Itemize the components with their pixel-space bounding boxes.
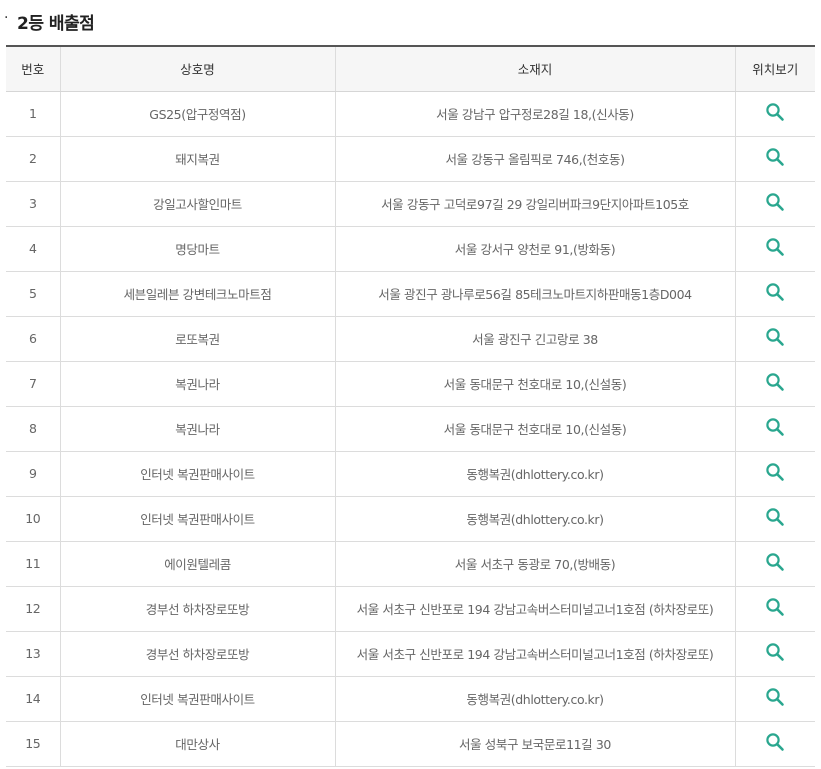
header-location: 위치보기 <box>734 45 815 92</box>
row-location-cell <box>734 586 815 632</box>
row-location-cell <box>734 406 815 452</box>
magnifier-icon[interactable] <box>765 642 785 665</box>
magnifier-icon[interactable] <box>765 687 785 710</box>
row-address: 서울 동대문구 천호대로 10,(신설동) <box>334 406 735 452</box>
table-row: 9 인터넷 복권판매사이트 동행복권(dhlottery.co.kr) <box>6 451 815 497</box>
row-number: 6 <box>6 316 60 362</box>
row-number: 10 <box>6 496 60 542</box>
row-number: 3 <box>6 181 60 227</box>
section-title: 2등 배출점 <box>17 14 95 34</box>
row-number: 5 <box>6 271 60 317</box>
row-store-name: 명당마트 <box>59 226 335 272</box>
row-number: 8 <box>6 406 60 452</box>
row-number: 11 <box>6 541 60 587</box>
row-location-cell <box>734 496 815 542</box>
header-address: 소재지 <box>334 45 735 92</box>
row-number: 15 <box>6 721 60 767</box>
title-bullet: · <box>4 10 9 26</box>
row-location-cell <box>734 271 815 317</box>
magnifier-icon[interactable] <box>765 282 785 305</box>
table-row: 13 경부선 하차장로또방 서울 서초구 신반포로 194 강남고속버스터미널고너1… <box>6 631 815 677</box>
magnifier-icon[interactable] <box>765 192 785 215</box>
row-address: 동행복권(dhlottery.co.kr) <box>334 496 735 542</box>
table-row: 6 로또복권 서울 광진구 긴고랑로 38 <box>6 316 815 362</box>
row-number: 9 <box>6 451 60 497</box>
second-prize-stores-table: 번호 상호명 소재지 위치보기 1 GS25(압구정역점) 서울 강남구 압구정로2… <box>6 45 815 767</box>
magnifier-icon[interactable] <box>765 732 785 755</box>
row-location-cell <box>734 316 815 362</box>
row-store-name: 에이원텔레콤 <box>59 541 335 587</box>
magnifier-icon[interactable] <box>765 597 785 620</box>
row-location-cell <box>734 181 815 227</box>
row-number: 13 <box>6 631 60 677</box>
row-address: 동행복권(dhlottery.co.kr) <box>334 676 735 722</box>
table-row: 3 강일고사할인마트 서울 강동구 고덕로97길 29 강일리버파크9단지아파트10… <box>6 181 815 227</box>
header-no: 번호 <box>6 45 60 92</box>
magnifier-icon[interactable] <box>765 417 785 440</box>
row-store-name: 인터넷 복권판매사이트 <box>59 676 335 722</box>
row-address: 서울 강동구 올림픽로 746,(천호동) <box>334 136 735 182</box>
table-row: 11 에이원텔레콤 서울 서초구 동광로 70,(방배동) <box>6 541 815 587</box>
magnifier-icon[interactable] <box>765 147 785 170</box>
row-address: 서울 광진구 광나루로56길 85테크노마트지하판매동1층D004 <box>334 271 735 317</box>
row-store-name: 대만상사 <box>59 721 335 767</box>
row-location-cell <box>734 361 815 407</box>
row-number: 1 <box>6 91 60 137</box>
table-row: 12 경부선 하차장로또방 서울 서초구 신반포로 194 강남고속버스터미널고너1… <box>6 586 815 632</box>
magnifier-icon[interactable] <box>765 507 785 530</box>
section-header: · 2등 배출점 <box>0 0 821 46</box>
row-location-cell <box>734 136 815 182</box>
row-location-cell <box>734 676 815 722</box>
row-number: 14 <box>6 676 60 722</box>
row-store-name: 경부선 하차장로또방 <box>59 586 335 632</box>
row-location-cell <box>734 721 815 767</box>
row-store-name: 강일고사할인마트 <box>59 181 335 227</box>
row-address: 서울 강동구 고덕로97길 29 강일리버파크9단지아파트105호 <box>334 181 735 227</box>
row-address: 동행복권(dhlottery.co.kr) <box>334 451 735 497</box>
row-store-name: 경부선 하차장로또방 <box>59 631 335 677</box>
table-row: 8 복권나라 서울 동대문구 천호대로 10,(신설동) <box>6 406 815 452</box>
row-address: 서울 성북구 보국문로11길 30 <box>334 721 735 767</box>
row-store-name: 인터넷 복권판매사이트 <box>59 496 335 542</box>
row-location-cell <box>734 541 815 587</box>
header-store-name: 상호명 <box>59 45 335 92</box>
row-address: 서울 강남구 압구정로28길 18,(신사동) <box>334 91 735 137</box>
row-address: 서울 광진구 긴고랑로 38 <box>334 316 735 362</box>
row-store-name: 로또복권 <box>59 316 335 362</box>
row-number: 7 <box>6 361 60 407</box>
row-address: 서울 서초구 신반포로 194 강남고속버스터미널고너1호점 (하차장로또) <box>334 631 735 677</box>
magnifier-icon[interactable] <box>765 102 785 125</box>
magnifier-icon[interactable] <box>765 462 785 485</box>
table-row: 4 명당마트 서울 강서구 양천로 91,(방화동) <box>6 226 815 272</box>
table-row: 7 복권나라 서울 동대문구 천호대로 10,(신설동) <box>6 361 815 407</box>
magnifier-icon[interactable] <box>765 327 785 350</box>
row-store-name: 복권나라 <box>59 361 335 407</box>
row-address: 서울 강서구 양천로 91,(방화동) <box>334 226 735 272</box>
row-store-name: 돼지복권 <box>59 136 335 182</box>
row-address: 서울 서초구 동광로 70,(방배동) <box>334 541 735 587</box>
row-store-name: GS25(압구정역점) <box>59 91 335 137</box>
row-store-name: 인터넷 복권판매사이트 <box>59 451 335 497</box>
row-store-name: 세븐일레븐 강변테크노마트점 <box>59 271 335 317</box>
table-row: 1 GS25(압구정역점) 서울 강남구 압구정로28길 18,(신사동) <box>6 91 815 137</box>
table-row: 2 돼지복권 서울 강동구 올림픽로 746,(천호동) <box>6 136 815 182</box>
row-number: 2 <box>6 136 60 182</box>
table-header-row: 번호 상호명 소재지 위치보기 <box>6 45 815 92</box>
row-location-cell <box>734 451 815 497</box>
row-location-cell <box>734 91 815 137</box>
magnifier-icon[interactable] <box>765 237 785 260</box>
row-store-name: 복권나라 <box>59 406 335 452</box>
table-row: 15 대만상사 서울 성북구 보국문로11길 30 <box>6 721 815 767</box>
row-number: 4 <box>6 226 60 272</box>
table-row: 5 세븐일레븐 강변테크노마트점 서울 광진구 광나루로56길 85테크노마트지하판… <box>6 271 815 317</box>
magnifier-icon[interactable] <box>765 372 785 395</box>
row-location-cell <box>734 226 815 272</box>
row-number: 12 <box>6 586 60 632</box>
table-row: 14 인터넷 복권판매사이트 동행복권(dhlottery.co.kr) <box>6 676 815 722</box>
table-row: 10 인터넷 복권판매사이트 동행복권(dhlottery.co.kr) <box>6 496 815 542</box>
row-address: 서울 서초구 신반포로 194 강남고속버스터미널고너1호점 (하차장로또) <box>334 586 735 632</box>
row-location-cell <box>734 631 815 677</box>
magnifier-icon[interactable] <box>765 552 785 575</box>
row-address: 서울 동대문구 천호대로 10,(신설동) <box>334 361 735 407</box>
